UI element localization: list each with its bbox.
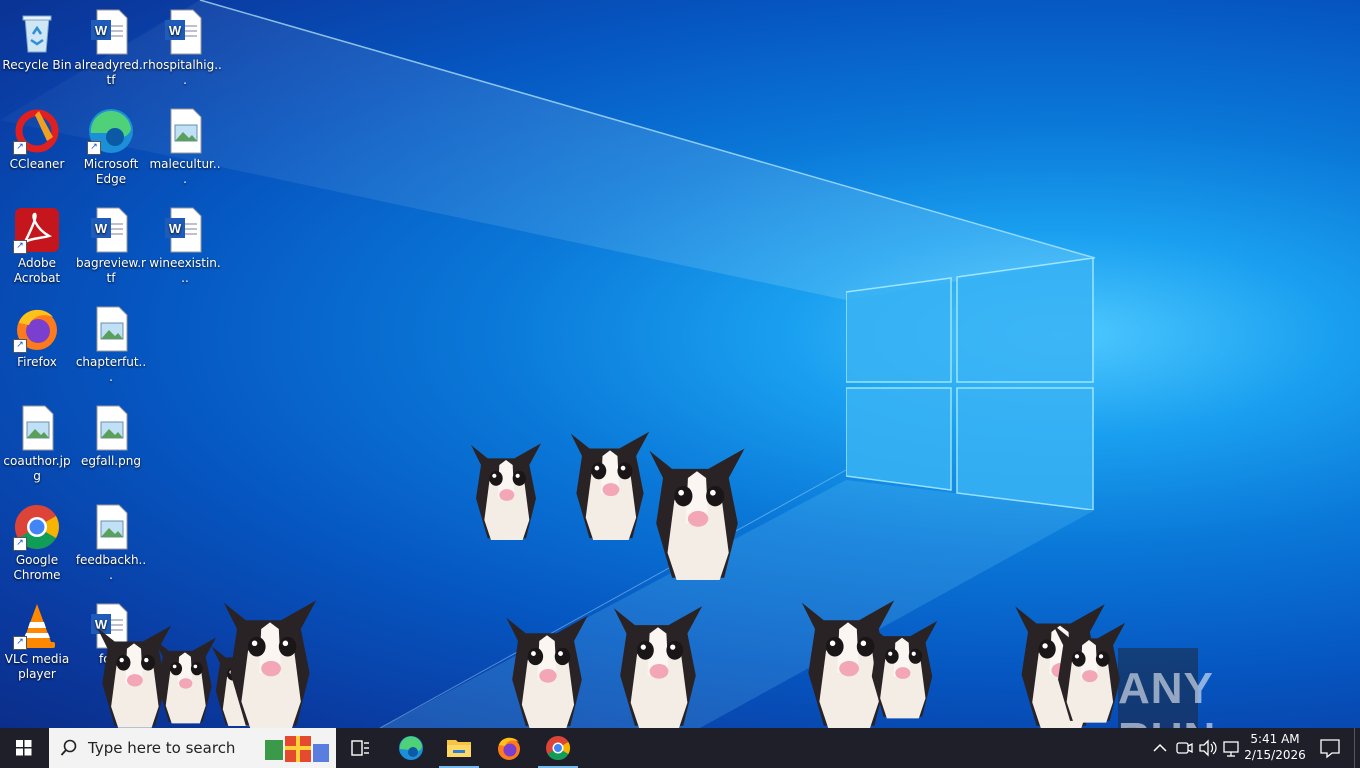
cat-sprite-image <box>471 443 541 540</box>
desktop-icon-label: Google Chrome <box>13 553 61 582</box>
recycle-bin-icon <box>13 8 61 56</box>
anyrun-watermark: ANY RUN <box>1118 648 1318 763</box>
shortcut-arrow-icon: ↗ <box>13 240 27 254</box>
task-view-button[interactable] <box>336 728 384 768</box>
desktop-icon-label: Adobe Acrobat <box>13 256 61 285</box>
cat-sprite-image <box>223 600 317 728</box>
desktop-icon-bagreview[interactable]: W bagreview.rtf <box>74 206 148 286</box>
action-center-button[interactable] <box>1316 728 1344 768</box>
taskbar-file-explorer-button[interactable] <box>435 728 483 768</box>
show-hidden-icons-button[interactable] <box>1148 728 1172 768</box>
chrome-icon <box>546 736 571 761</box>
image-file-icon <box>87 503 135 551</box>
word-doc-icon: W <box>87 206 135 254</box>
desktop-icon-label: chapterfut... <box>75 355 147 384</box>
clock-date: 2/15/2026 <box>1244 748 1306 762</box>
desktop-icon-label: VLC media player <box>4 652 70 681</box>
desktop-icon-label: CCleaner <box>9 157 65 171</box>
desktop-icon-label: feedbackh... <box>75 553 147 582</box>
task-view-icon <box>351 740 369 756</box>
image-file-icon <box>87 404 135 452</box>
cat-sprite-image <box>613 606 703 728</box>
acrobat-icon: ↗ <box>13 206 61 254</box>
windows-start-icon <box>16 740 32 756</box>
tray-network[interactable] <box>1220 728 1244 768</box>
shortcut-arrow-icon: ↗ <box>87 141 101 155</box>
svg-text:W: W <box>95 23 108 38</box>
desktop-icon-hospitalhig[interactable]: W hospitalhig... <box>148 8 222 88</box>
desktop-icon-chrome[interactable]: ↗ Google Chrome <box>0 503 74 583</box>
taskbar: Type here to search 5:41 AM 2/15/2026 <box>0 728 1360 768</box>
desktop-icon-acrobat[interactable]: ↗ Adobe Acrobat <box>0 206 74 286</box>
cat-sprite-image <box>649 448 745 580</box>
image-file-icon <box>87 305 135 353</box>
taskbar-firefox-button[interactable] <box>485 728 533 768</box>
speaker-icon <box>1199 739 1217 757</box>
desktop-icon-feedbackh[interactable]: feedbackh... <box>74 503 148 583</box>
shortcut-arrow-icon: ↗ <box>13 636 27 650</box>
desktop-icon-edge[interactable]: ↗ Microsoft Edge <box>74 107 148 187</box>
desktop-icon-label: Recycle Bin <box>2 58 72 72</box>
desktop-icon-label: wineexistin... <box>149 256 221 285</box>
taskbar-chrome-button[interactable] <box>534 728 582 768</box>
search-highlight-icon <box>265 736 329 762</box>
windows-logo-wallpaper <box>846 258 1094 510</box>
chrome-icon: ↗ <box>13 503 61 551</box>
image-file-icon <box>161 107 209 155</box>
chevron-up-icon <box>1153 743 1167 752</box>
desktop-icon-label: hospitalhig... <box>148 58 222 87</box>
desktop-icon-label: coauthor.jpg <box>3 454 71 483</box>
start-button[interactable] <box>0 728 48 768</box>
edge-icon <box>399 736 423 760</box>
firefox-icon: ↗ <box>13 305 61 353</box>
taskbar-edge-button[interactable] <box>387 728 435 768</box>
meet-now-icon <box>1176 742 1193 754</box>
cat-sprite-image <box>506 615 588 728</box>
taskbar-clock[interactable]: 5:41 AM 2/15/2026 <box>1243 731 1307 763</box>
svg-text:W: W <box>169 23 182 38</box>
network-icon <box>1223 741 1239 757</box>
svg-text:W: W <box>169 221 182 236</box>
desktop-icon-label: bagreview.rtf <box>76 256 146 285</box>
shortcut-arrow-icon: ↗ <box>13 339 27 353</box>
search-icon <box>60 739 77 756</box>
desktop-icon-coauthor[interactable]: coauthor.jpg <box>0 404 74 484</box>
desktop-icon-firefox[interactable]: ↗ Firefox <box>0 305 74 370</box>
svg-text:W: W <box>95 221 108 236</box>
desktop-icon-label: Microsoft Edge <box>83 157 139 186</box>
shortcut-arrow-icon: ↗ <box>13 537 27 551</box>
show-desktop-button[interactable] <box>1354 728 1360 768</box>
vlc-icon: ↗ <box>13 602 61 650</box>
shortcut-arrow-icon: ↗ <box>13 141 27 155</box>
desktop-icon-egfall[interactable]: egfall.png <box>74 404 148 469</box>
desktop-icon-malecultur[interactable]: malecultur... <box>148 107 222 187</box>
word-doc-icon: W <box>87 8 135 56</box>
desktop-icon-vlc[interactable]: ↗ VLC media player <box>0 602 74 682</box>
tray-volume[interactable] <box>1196 728 1220 768</box>
edge-icon: ↗ <box>87 107 135 155</box>
desktop-icon-alreadyred[interactable]: W alreadyred.rtf <box>74 8 148 88</box>
desktop-icon-recycle-bin[interactable]: Recycle Bin <box>0 8 74 73</box>
notification-icon <box>1320 739 1340 759</box>
desktop-icon-label: alreadyred.rtf <box>74 58 148 87</box>
desktop-icon-label: Firefox <box>17 355 57 369</box>
cat-sprite-image <box>866 620 938 719</box>
desktop-icon-label: egfall.png <box>81 454 141 468</box>
clock-time: 5:41 AM <box>1250 732 1300 746</box>
tray-meet-now[interactable] <box>1172 728 1196 768</box>
file-explorer-icon <box>447 740 471 757</box>
word-doc-icon: W <box>161 206 209 254</box>
word-doc-icon: W <box>161 8 209 56</box>
desktop-icon-ccleaner[interactable]: ↗ CCleaner <box>0 107 74 172</box>
desktop-icon-wineexistin[interactable]: W wineexistin... <box>148 206 222 286</box>
firefox-icon <box>498 737 520 760</box>
search-placeholder: Type here to search <box>88 739 236 757</box>
desktop-icon-chapterfut[interactable]: chapterfut... <box>74 305 148 385</box>
taskbar-search-box[interactable]: Type here to search <box>49 728 336 768</box>
desktop-icon-label: malecultur... <box>149 157 221 186</box>
image-file-icon <box>13 404 61 452</box>
ccleaner-icon: ↗ <box>13 107 61 155</box>
